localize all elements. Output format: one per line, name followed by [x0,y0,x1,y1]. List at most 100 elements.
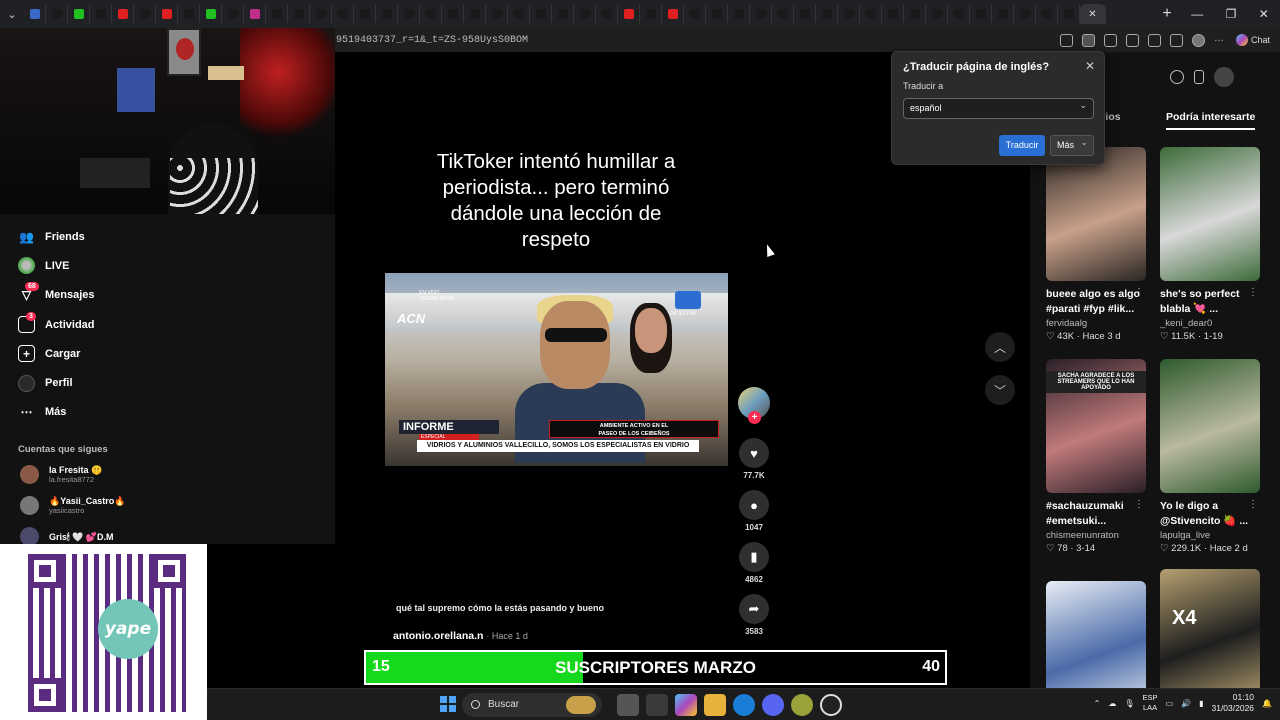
browser-tab[interactable] [134,4,156,24]
browser-tab[interactable] [530,4,552,24]
browser-tab[interactable] [750,4,772,24]
minimize-icon[interactable]: — [1191,7,1203,21]
edge-icon[interactable] [733,694,755,716]
translate-icon[interactable] [1081,33,1095,47]
suggested-video-card[interactable]: she's so perfect blabla 💘 ... ⋮ _keni_dear… [1160,147,1260,342]
volume-icon[interactable]: 🔊 [1181,699,1191,708]
heart-icon[interactable]: ♥ [739,438,769,468]
copilot-chat-button[interactable]: Chat [1235,34,1270,46]
browser-tab[interactable] [1036,4,1058,24]
browser-tab[interactable] [838,4,860,24]
maximize-icon[interactable]: ❐ [1226,7,1237,21]
suggested-video-card[interactable]: X4 [1160,569,1260,703]
browser-tab[interactable] [464,4,486,24]
copilot-app-icon[interactable] [675,694,697,716]
browser-tab[interactable] [24,4,46,24]
translate-button[interactable]: Traducir [999,135,1045,156]
bookmark-icon[interactable]: ▮ [739,542,769,572]
video-thumbnail[interactable] [1160,147,1260,281]
browser-tab[interactable] [288,4,310,24]
settings-more-icon[interactable]: … [1214,33,1227,47]
taskbar-search[interactable]: Buscar [462,693,602,717]
browser-tab[interactable] [46,4,68,24]
more-options-button[interactable]: Más [1050,133,1094,156]
sidebar-item-friends[interactable]: 👥 Friends [18,222,95,251]
suggested-video-card[interactable]: bueee algo es algo #parati #fyp #lik... ⋮… [1046,147,1146,342]
browser-tab[interactable] [640,4,662,24]
sidebar-item-ms[interactable]: ⋯ Más [18,398,95,427]
browser-tab[interactable] [266,4,288,24]
favorite-star-icon[interactable] [1103,33,1117,47]
network-icon[interactable]: ▭ [1166,699,1174,708]
browser-tab[interactable] [772,4,794,24]
followed-account[interactable]: 🔥Yasii_Castro🔥 yasiicastro [20,496,125,515]
browser-tab[interactable] [618,4,640,24]
card-username[interactable]: lapulga_live [1160,530,1260,541]
browser-tab[interactable] [376,4,398,24]
tab-list-menu-icon[interactable]: ⌄ [0,0,24,28]
file-explorer-icon[interactable] [704,694,726,716]
coin-icon[interactable] [1170,70,1184,84]
browser-tab[interactable] [574,4,596,24]
browser-tab[interactable] [156,4,178,24]
url-text[interactable]: 9519403737_r=1&_t=ZS-958UysS0BOM [335,35,1060,46]
onedrive-icon[interactable]: ☁ [1108,699,1116,708]
browser-tab[interactable] [486,4,508,24]
language-select[interactable]: español [903,96,1094,119]
browser-tab[interactable] [508,4,530,24]
browser-tab[interactable] [926,4,948,24]
active-browser-tab[interactable]: ✕ [1080,4,1106,24]
browser-tab[interactable] [90,4,112,24]
browser-tab[interactable] [948,4,970,24]
video-player[interactable]: EN VIVO UNIDAD MÓVIL ACN 04:33 PM INFORM… [385,273,728,466]
clock[interactable]: 01:10 31/03/2026 [1211,692,1254,714]
browser-tab[interactable] [1014,4,1036,24]
start-icon[interactable] [440,696,456,712]
video-thumbnail[interactable]: SACHA AGRADECE A LOS STREAMERS QUE LO HA… [1046,359,1146,493]
sidebar-item-live[interactable]: LIVE [18,251,95,280]
browser-tab[interactable] [112,4,134,24]
browser-tab[interactable] [860,4,882,24]
video-author[interactable]: antonio.orellana.n · Hace 1 d [393,630,528,642]
share-action[interactable]: ➦ 3583 [735,594,773,636]
browser-tab[interactable] [354,4,376,24]
collections-icon[interactable] [1169,33,1183,47]
browser-tab[interactable] [222,4,244,24]
task-view-icon[interactable] [617,694,639,716]
tab-suggested[interactable]: Podría interesarte [1166,111,1256,130]
language-indicator[interactable]: ESP LAA [1143,693,1158,713]
new-tab-button[interactable]: + [1154,5,1180,23]
browser-tab[interactable] [244,4,266,24]
favorites-icon[interactable] [1147,33,1161,47]
browser-tab[interactable] [684,4,706,24]
close-window-icon[interactable]: ✕ [1259,7,1269,21]
browser-tab[interactable] [1058,4,1080,24]
chevron-up-icon[interactable]: ⌃ [1094,699,1101,708]
browser-tab[interactable] [904,4,926,24]
browser-tab[interactable] [816,4,838,24]
card-username[interactable]: _keni_dear0 [1160,318,1260,329]
video-thumbnail[interactable]: X4 [1160,569,1260,703]
browser-tab[interactable] [882,4,904,24]
sidebar-item-perfil[interactable]: Perfil [18,368,95,397]
more-options-icon[interactable]: ⋮ [1134,287,1144,298]
browser-tab[interactable] [728,4,750,24]
like-action[interactable]: ♥ 77.7K [735,438,773,480]
battery-icon[interactable]: ▮ [1199,699,1203,708]
video-thumbnail[interactable] [1160,359,1260,493]
author-name[interactable]: antonio.orellana.n [393,630,483,642]
comment-icon[interactable]: ● [739,490,769,520]
sidebar-item-cargar[interactable]: + Cargar [18,339,95,368]
browser-tab[interactable] [970,4,992,24]
card-username[interactable]: chismeenunraton [1046,530,1146,541]
browser-tab[interactable] [200,4,222,24]
card-username[interactable]: fervidaalg [1046,318,1146,329]
more-options-icon[interactable]: ⋮ [1248,499,1258,510]
profile-avatar-icon[interactable] [1191,33,1205,47]
save-action[interactable]: ▮ 4862 [735,542,773,584]
video-thumbnail[interactable] [1046,147,1146,281]
browser-tab[interactable] [794,4,816,24]
open-external-icon[interactable] [1059,33,1073,47]
next-video-button[interactable]: ﹀ [985,375,1015,405]
browser-tab[interactable] [68,4,90,24]
